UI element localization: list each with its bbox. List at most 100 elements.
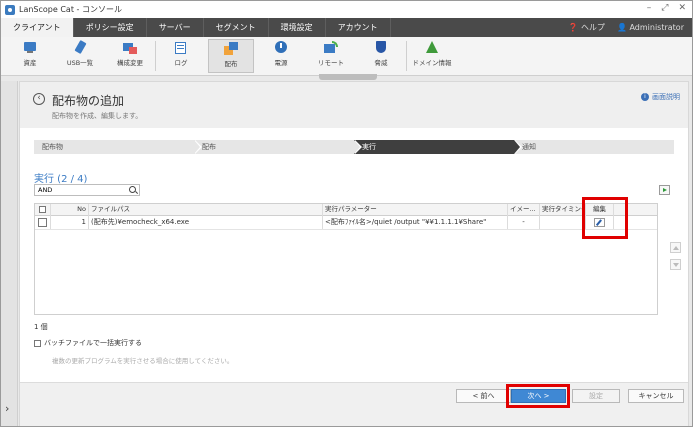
- toolbar-label: 配布: [224, 60, 238, 68]
- header-right: ❓ ヘルプ 👤 Administrator: [568, 18, 684, 37]
- expand-panel-icon[interactable]: ›: [5, 402, 9, 415]
- toolbar-power-button[interactable]: 電源: [258, 39, 304, 73]
- step-label: 通知: [522, 143, 536, 151]
- config-change-icon: [122, 41, 138, 55]
- maximize-icon[interactable]: ⤢: [661, 3, 668, 13]
- select-all-checkbox[interactable]: [39, 205, 46, 213]
- tab-server[interactable]: サーバー: [147, 18, 204, 37]
- move-down-icon[interactable]: [670, 259, 681, 270]
- user-icon: 👤: [616, 23, 627, 32]
- column-header-image[interactable]: イメー...: [508, 204, 540, 215]
- wizard-steps: 配布物 配布 実行 通知: [34, 140, 674, 154]
- toolbar-usb-button[interactable]: USB一覧: [57, 39, 103, 73]
- toolbar-label: 脅威: [374, 59, 388, 67]
- left-panel-strip: ›: [1, 81, 18, 426]
- execution-table: No ファイルパス 実行パラメーター イメー... 実行タイミング 編集 1 (…: [34, 203, 658, 315]
- toolbar-threat-button[interactable]: 脅威: [358, 39, 404, 73]
- help-link-label: 画面説明: [652, 93, 680, 101]
- title-bar: LanScope Cat - コンソール – ⤢ ✕: [1, 1, 692, 18]
- table-row[interactable]: 1 (配布先)¥emocheck_x64.exe <配布ﾌｧｲﾙ名>/quiet…: [35, 215, 657, 230]
- usb-icon: [72, 40, 88, 55]
- row-no: 1: [51, 215, 89, 229]
- toolbar-label: 資産: [23, 59, 37, 67]
- toolbar-label: 電源: [274, 59, 288, 67]
- search-field[interactable]: [34, 184, 140, 196]
- cancel-button[interactable]: キャンセル: [628, 389, 684, 403]
- toolbar-remote-button[interactable]: リモート: [308, 39, 354, 73]
- user-name: Administrator: [629, 23, 684, 32]
- toolbar: 資産 USB一覧 構成変更 ログ 配布 電源 リモート 脅威 ドメイン情報: [1, 37, 692, 76]
- tab-segment[interactable]: セグメント: [204, 18, 269, 37]
- batch-option[interactable]: バッチファイルで一括実行する: [34, 338, 142, 348]
- column-header-timing[interactable]: 実行タイミング: [540, 204, 586, 215]
- main-content: ‹ 配布物の追加 配布物を作成、編集します。 i 画面説明 配布物 配布 実行 通…: [19, 81, 689, 426]
- remote-icon: [323, 41, 339, 55]
- back-arrow-icon[interactable]: ‹: [33, 93, 45, 105]
- page-header: ‹ 配布物の追加 配布物を作成、編集します。 i 画面説明: [20, 82, 688, 128]
- row-checkbox-cell: [35, 215, 51, 229]
- batch-checkbox[interactable]: [34, 339, 41, 347]
- help-menu[interactable]: ❓ ヘルプ: [568, 18, 605, 37]
- toolbar-label: リモート: [318, 59, 344, 67]
- info-icon: i: [641, 93, 649, 101]
- window-controls: – ⤢ ✕: [647, 3, 686, 13]
- toolbar-domain-button[interactable]: ドメイン情報: [409, 39, 455, 73]
- prev-button[interactable]: < 前へ: [456, 389, 511, 403]
- toolbar-separator: [406, 41, 407, 71]
- tab-policy[interactable]: ポリシー設定: [74, 18, 147, 37]
- user-menu[interactable]: 👤 Administrator: [617, 18, 684, 37]
- domain-icon: [424, 41, 440, 55]
- screen-help-link[interactable]: i 画面説明: [641, 92, 680, 102]
- row-timing: [540, 215, 586, 229]
- search-icon[interactable]: [129, 186, 136, 193]
- batch-note: 複数の更新プログラムを実行させる場合に使用してください。: [52, 357, 234, 365]
- toolbar-label: USB一覧: [66, 59, 94, 67]
- shield-icon: [373, 41, 389, 55]
- row-params: <配布ﾌｧｲﾙ名>/quiet /output "¥¥1.1.1.1¥Share…: [323, 215, 508, 229]
- toolbar-label: ドメイン情報: [412, 59, 452, 67]
- column-header-path[interactable]: ファイルパス: [89, 204, 323, 215]
- toolbar-distribute-button[interactable]: 配布: [208, 39, 254, 73]
- main-tabs: クライアント ポリシー設定 サーバー セグメント 環境設定 アカウント ❓ ヘル…: [1, 18, 692, 37]
- row-image: -: [508, 215, 540, 229]
- help-label: ヘルプ: [580, 23, 605, 32]
- edit-highlight-box: [582, 197, 628, 239]
- row-checkbox[interactable]: [38, 217, 47, 227]
- toolbar-config-change-button[interactable]: 構成変更: [107, 39, 153, 73]
- toolbar-log-button[interactable]: ログ: [158, 39, 204, 73]
- batch-label: バッチファイルで一括実行する: [44, 339, 142, 347]
- toolbar-asset-button[interactable]: 資産: [7, 39, 53, 73]
- toolbar-separator: [155, 41, 156, 71]
- tab-environment[interactable]: 環境設定: [269, 18, 326, 37]
- app-window: LanScope Cat - コンソール – ⤢ ✕ クライアント ポリシー設定…: [0, 0, 693, 427]
- step-execute: 実行: [354, 140, 522, 154]
- move-up-icon[interactable]: [670, 242, 681, 253]
- distribute-icon: [223, 42, 239, 56]
- toolbar-label: 構成変更: [117, 59, 143, 67]
- row-order-controls: [670, 242, 682, 276]
- column-header-no[interactable]: No: [51, 204, 89, 215]
- toolbar-collapse-handle[interactable]: [319, 74, 377, 80]
- row-path: (配布先)¥emocheck_x64.exe: [89, 215, 323, 229]
- step-distributable: 配布物: [34, 140, 202, 154]
- settings-button[interactable]: 設定: [572, 389, 620, 403]
- power-icon: [273, 41, 289, 55]
- search-input[interactable]: [35, 185, 129, 195]
- item-count: 1 個: [34, 323, 48, 331]
- column-header-params[interactable]: 実行パラメーター: [323, 204, 508, 215]
- next-highlight-box: [506, 384, 570, 408]
- app-logo-icon: [5, 4, 15, 15]
- step-label: 配布: [202, 143, 216, 151]
- export-icon[interactable]: [659, 185, 670, 195]
- window-title: LanScope Cat - コンソール: [19, 5, 122, 14]
- page-title: 配布物の追加: [52, 94, 125, 108]
- tab-client[interactable]: クライアント: [1, 18, 74, 37]
- toolbar-label: ログ: [174, 59, 188, 67]
- step-label: 配布物: [42, 143, 63, 151]
- minimize-icon[interactable]: –: [647, 3, 652, 13]
- close-icon[interactable]: ✕: [678, 3, 686, 13]
- step-notify: 通知: [514, 140, 674, 154]
- asset-icon: [22, 41, 38, 55]
- tab-account[interactable]: アカウント: [326, 18, 391, 37]
- page-subtitle: 配布物を作成、編集します。: [52, 112, 143, 120]
